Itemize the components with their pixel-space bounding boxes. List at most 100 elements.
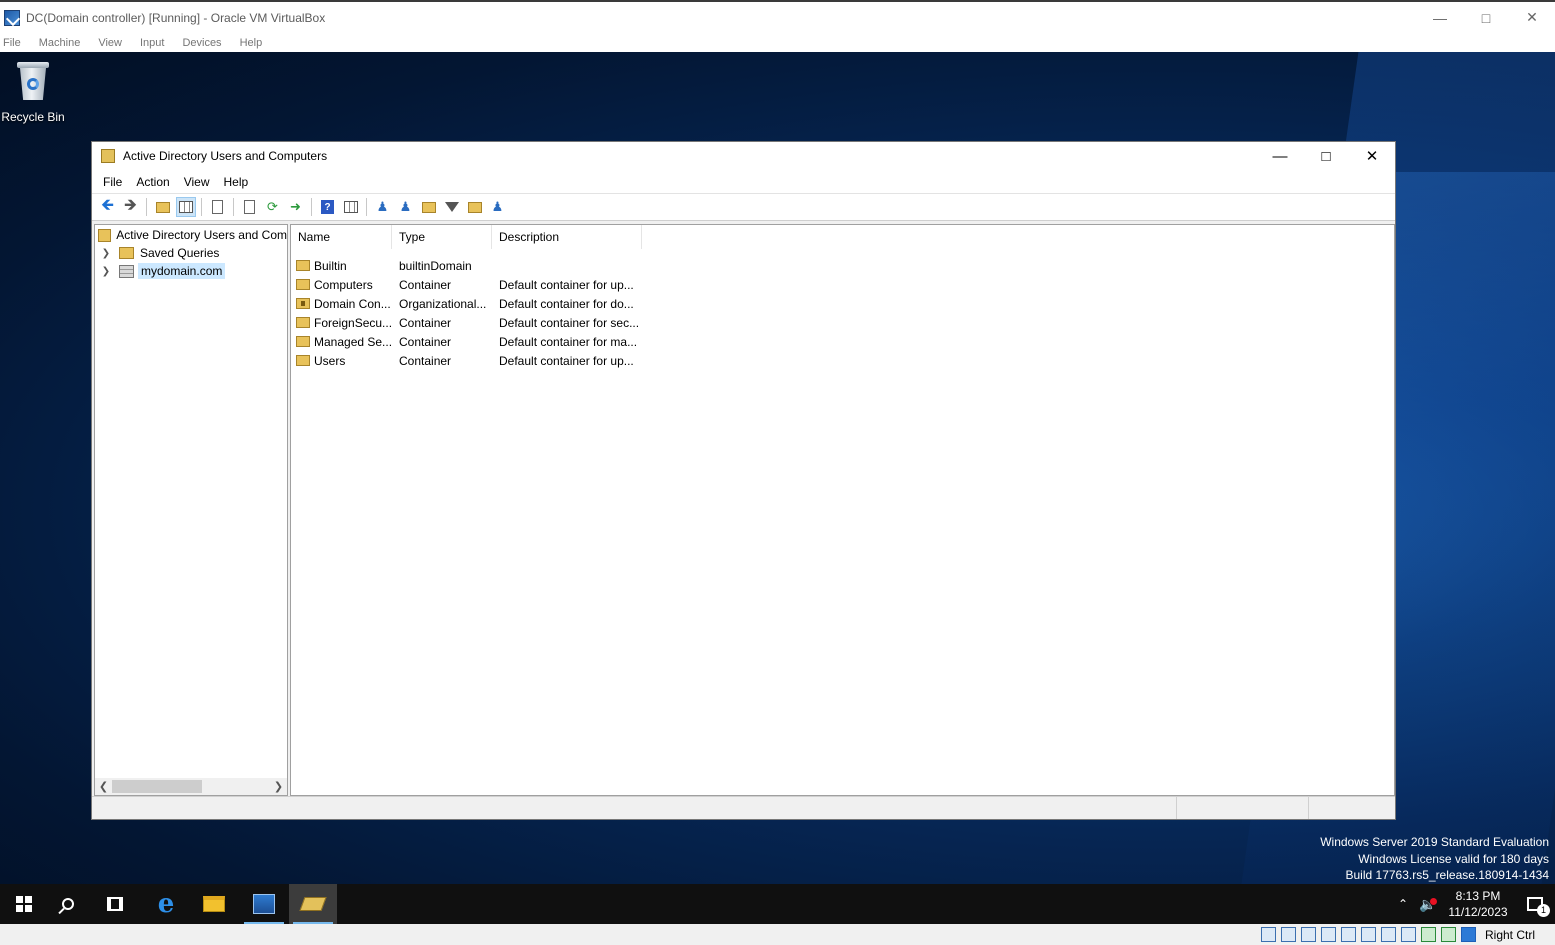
refresh-button[interactable]: ⟳ bbox=[263, 197, 283, 217]
row-description: Default container for ma... bbox=[499, 334, 638, 349]
filter-button[interactable] bbox=[442, 197, 462, 217]
watermark-license: Windows License valid for 180 days bbox=[1358, 851, 1549, 866]
vbox-menu-help[interactable]: Help bbox=[240, 37, 263, 49]
list-row-domain-controllers[interactable]: Domain Con... Organizational... Default … bbox=[291, 294, 1394, 313]
export-icon: ➜ bbox=[290, 199, 301, 214]
add-to-group-button[interactable]: ♟ bbox=[488, 197, 508, 217]
vbox-menu-file[interactable]: File bbox=[3, 37, 21, 49]
task-view-button[interactable] bbox=[91, 884, 139, 924]
back-button[interactable]: 🡸 bbox=[98, 197, 118, 217]
clock[interactable]: 8:13 PM 11/12/2023 bbox=[1441, 888, 1515, 920]
cpu-activity-icon[interactable] bbox=[1421, 927, 1437, 942]
vbox-menu-machine[interactable]: Machine bbox=[39, 37, 81, 49]
row-description: Default container for up... bbox=[499, 277, 634, 292]
start-button[interactable] bbox=[0, 884, 48, 924]
vbox-menu-devices[interactable]: Devices bbox=[182, 37, 221, 49]
back-arrow-icon: 🡸 bbox=[101, 196, 114, 214]
up-one-level-button[interactable] bbox=[153, 197, 173, 217]
row-name: Domain Con... bbox=[314, 296, 391, 311]
host-key-label: Right Ctrl bbox=[1484, 927, 1535, 942]
action-center-button[interactable]: 1 bbox=[1515, 897, 1555, 917]
vbox-maximize-button[interactable]: □ bbox=[1463, 2, 1509, 33]
forward-button[interactable]: 🡺 bbox=[121, 197, 141, 217]
notification-icon: 1 bbox=[1527, 897, 1550, 917]
aduc-close-button[interactable]: ✕ bbox=[1349, 142, 1395, 170]
row-type: Container bbox=[399, 277, 452, 292]
show-action-pane-button[interactable] bbox=[341, 197, 361, 217]
console-tree-icon bbox=[178, 201, 193, 213]
scroll-track[interactable] bbox=[112, 778, 270, 795]
aduc-minimize-button[interactable]: — bbox=[1257, 142, 1303, 170]
expand-chevron-icon[interactable]: ❯ bbox=[99, 266, 113, 277]
vbox-menubar: File Machine View Input Devices Help bbox=[0, 33, 1555, 52]
shared-folders-icon[interactable] bbox=[1361, 927, 1377, 942]
aduc-menu-file[interactable]: File bbox=[103, 175, 122, 189]
search-icon bbox=[62, 898, 74, 910]
tree-root[interactable]: Active Directory Users and Com bbox=[95, 226, 287, 244]
server-manager-button[interactable] bbox=[240, 884, 288, 924]
volume-muted-icon[interactable]: 🔈 bbox=[1415, 896, 1441, 913]
find-button[interactable] bbox=[465, 197, 485, 217]
create-group-button[interactable]: ♟ bbox=[396, 197, 416, 217]
watermark-edition: Windows Server 2019 Standard Evaluation bbox=[1320, 835, 1549, 849]
vbox-close-button[interactable]: ✕ bbox=[1509, 2, 1555, 33]
toolbar-separator bbox=[201, 198, 202, 216]
list-row-users[interactable]: Users Container Default container for up… bbox=[291, 351, 1394, 370]
scroll-thumb[interactable] bbox=[112, 780, 202, 793]
list-row-managed-service-accounts[interactable]: Managed Se... Container Default containe… bbox=[291, 332, 1394, 351]
tree-horizontal-scrollbar[interactable]: ❮ ❯ bbox=[95, 778, 287, 795]
recording-icon[interactable] bbox=[1401, 927, 1417, 942]
folder-icon bbox=[296, 336, 310, 347]
delete-button[interactable] bbox=[208, 197, 228, 217]
aduc-menu-help[interactable]: Help bbox=[224, 175, 249, 189]
help-button[interactable]: ? bbox=[318, 197, 338, 217]
expand-chevron-icon[interactable]: ❯ bbox=[99, 248, 113, 259]
column-header-type[interactable]: Type bbox=[392, 225, 492, 249]
aduc-taskbar-button[interactable] bbox=[289, 884, 337, 924]
row-type: Container bbox=[399, 315, 452, 330]
column-header-name[interactable]: Name bbox=[291, 225, 392, 249]
aduc-window-title: Active Directory Users and Computers bbox=[123, 149, 328, 163]
aduc-maximize-button[interactable]: □ bbox=[1303, 142, 1349, 170]
display-icon[interactable] bbox=[1381, 927, 1397, 942]
aduc-menu-view[interactable]: View bbox=[184, 175, 210, 189]
vbox-menu-input[interactable]: Input bbox=[140, 37, 164, 49]
internet-explorer-button[interactable]: e bbox=[142, 884, 190, 924]
aduc-root-icon bbox=[98, 228, 112, 242]
list-row-builtin[interactable]: Builtin builtinDomain bbox=[291, 256, 1394, 275]
properties-button[interactable] bbox=[240, 197, 260, 217]
row-type: builtinDomain bbox=[399, 258, 472, 273]
row-name: ForeignSecu... bbox=[314, 315, 392, 330]
aduc-window-controls: — □ ✕ bbox=[1257, 142, 1395, 170]
list-row-computers[interactable]: Computers Container Default container fo… bbox=[291, 275, 1394, 294]
column-header-description[interactable]: Description bbox=[492, 225, 642, 249]
mouse-integration-icon[interactable] bbox=[1461, 927, 1477, 942]
export-list-button[interactable]: ➜ bbox=[286, 197, 306, 217]
hard-disk-icon[interactable] bbox=[1261, 927, 1277, 942]
show-hide-console-tree-button[interactable] bbox=[175, 197, 196, 217]
show-hidden-icons-chevron-icon[interactable]: ⌃ bbox=[1391, 897, 1415, 911]
vbox-minimize-button[interactable]: — bbox=[1417, 2, 1463, 33]
aduc-toolbar: 🡸 🡺 ⟳ ➜ ? ♟ ♟ ♟ bbox=[92, 194, 1395, 221]
network-icon[interactable] bbox=[1321, 927, 1337, 942]
file-explorer-button[interactable] bbox=[190, 884, 238, 924]
optical-drive-icon[interactable] bbox=[1281, 927, 1297, 942]
scroll-left-icon[interactable]: ❮ bbox=[95, 780, 112, 793]
search-button[interactable] bbox=[44, 884, 92, 924]
vbox-menu-view[interactable]: View bbox=[98, 37, 122, 49]
properties-icon bbox=[244, 200, 255, 214]
guest-additions-icon[interactable] bbox=[1441, 927, 1457, 942]
scroll-right-icon[interactable]: ❯ bbox=[270, 780, 287, 793]
tree-item-mydomain[interactable]: ❯ mydomain.com bbox=[95, 262, 287, 280]
recycle-bin-shortcut[interactable]: Recycle Bin bbox=[0, 60, 66, 124]
tree-item-saved-queries[interactable]: ❯ Saved Queries bbox=[95, 244, 287, 262]
folder-icon bbox=[296, 317, 310, 328]
create-ou-button[interactable] bbox=[419, 197, 439, 217]
organizational-unit-icon bbox=[296, 298, 310, 309]
list-row-foreign-security-principals[interactable]: ForeignSecu... Container Default contain… bbox=[291, 313, 1394, 332]
aduc-menu-action[interactable]: Action bbox=[136, 175, 169, 189]
usb-icon[interactable] bbox=[1341, 927, 1357, 942]
create-user-button[interactable]: ♟ bbox=[373, 197, 393, 217]
row-name: Computers bbox=[314, 277, 373, 292]
audio-icon[interactable] bbox=[1301, 927, 1317, 942]
